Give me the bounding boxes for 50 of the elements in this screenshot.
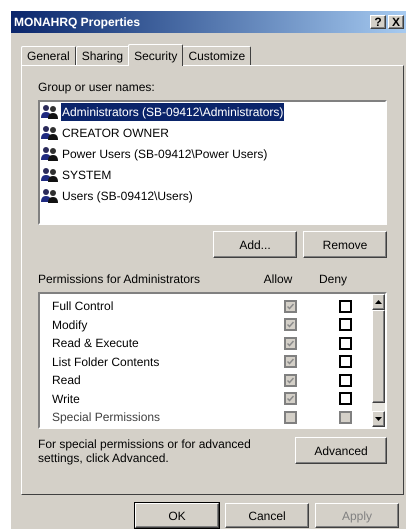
advanced-button[interactable]: Advanced bbox=[295, 437, 387, 464]
list-action-button[interactable]: Add... bbox=[213, 231, 297, 258]
checkmark-icon bbox=[286, 321, 294, 328]
users-group-icon bbox=[41, 104, 59, 120]
checkbox[interactable] bbox=[338, 355, 352, 368]
permission-name: Full Control bbox=[52, 298, 114, 316]
scroll-down-button[interactable] bbox=[372, 411, 385, 427]
user-list-item[interactable]: SYSTEM bbox=[41, 166, 384, 184]
checkmark-icon bbox=[286, 340, 294, 347]
checkmark-icon bbox=[286, 376, 294, 384]
scroll-thumb[interactable] bbox=[372, 310, 385, 403]
permission-name: Write bbox=[52, 390, 81, 408]
list-action-button[interactable]: Remove bbox=[303, 231, 387, 258]
checkmark-icon bbox=[286, 302, 294, 310]
permission-name: List Folder Contents bbox=[52, 354, 160, 371]
permission-name: Read & Execute bbox=[52, 335, 140, 352]
dialog-button[interactable]: OK bbox=[135, 503, 219, 528]
up-arrow-icon bbox=[375, 300, 382, 304]
allow-column-header: Allow bbox=[262, 271, 294, 288]
scrollbar[interactable] bbox=[372, 294, 385, 427]
user-list-item[interactable]: Users (SB-09412\Users) bbox=[41, 187, 384, 205]
scroll-up-button[interactable] bbox=[372, 294, 385, 310]
help-button[interactable]: ? bbox=[370, 15, 386, 29]
users-group-icon bbox=[41, 125, 59, 141]
checkmark-icon bbox=[286, 358, 294, 366]
permission-name: Read bbox=[52, 372, 82, 390]
down-arrow-icon bbox=[375, 417, 382, 421]
checkbox[interactable] bbox=[338, 392, 352, 406]
users-group-icon bbox=[41, 146, 59, 162]
window-title: MONAHRQ Properties bbox=[14, 14, 140, 31]
tab[interactable]: General bbox=[21, 46, 76, 65]
permission-name: Modify bbox=[52, 316, 88, 334]
group-label: Group or user names: bbox=[38, 79, 156, 96]
checkmark-icon bbox=[286, 395, 294, 402]
checkbox[interactable] bbox=[338, 300, 352, 313]
close-button[interactable]: X bbox=[388, 15, 404, 29]
dialog-button[interactable]: Cancel bbox=[225, 503, 309, 528]
checkbox[interactable] bbox=[338, 336, 352, 350]
user-list-item[interactable]: CREATOR OWNER bbox=[41, 124, 384, 142]
checkbox[interactable] bbox=[338, 374, 352, 387]
users-group-icon bbox=[41, 167, 59, 183]
permissions-label: Permissions for Administrators bbox=[38, 271, 202, 288]
users-group-icon bbox=[41, 188, 59, 204]
checkbox[interactable] bbox=[338, 318, 352, 332]
tab[interactable]: Security bbox=[128, 44, 184, 66]
user-list-item[interactable]: Power Users (SB-09412\Power Users) bbox=[41, 145, 384, 163]
tab[interactable]: Customize bbox=[182, 46, 252, 65]
permission-name: Special Permissions bbox=[52, 409, 162, 426]
advanced-note: For special permissions or for advanced settings, click Advanced. bbox=[38, 437, 252, 465]
deny-column-header: Deny bbox=[318, 271, 348, 288]
